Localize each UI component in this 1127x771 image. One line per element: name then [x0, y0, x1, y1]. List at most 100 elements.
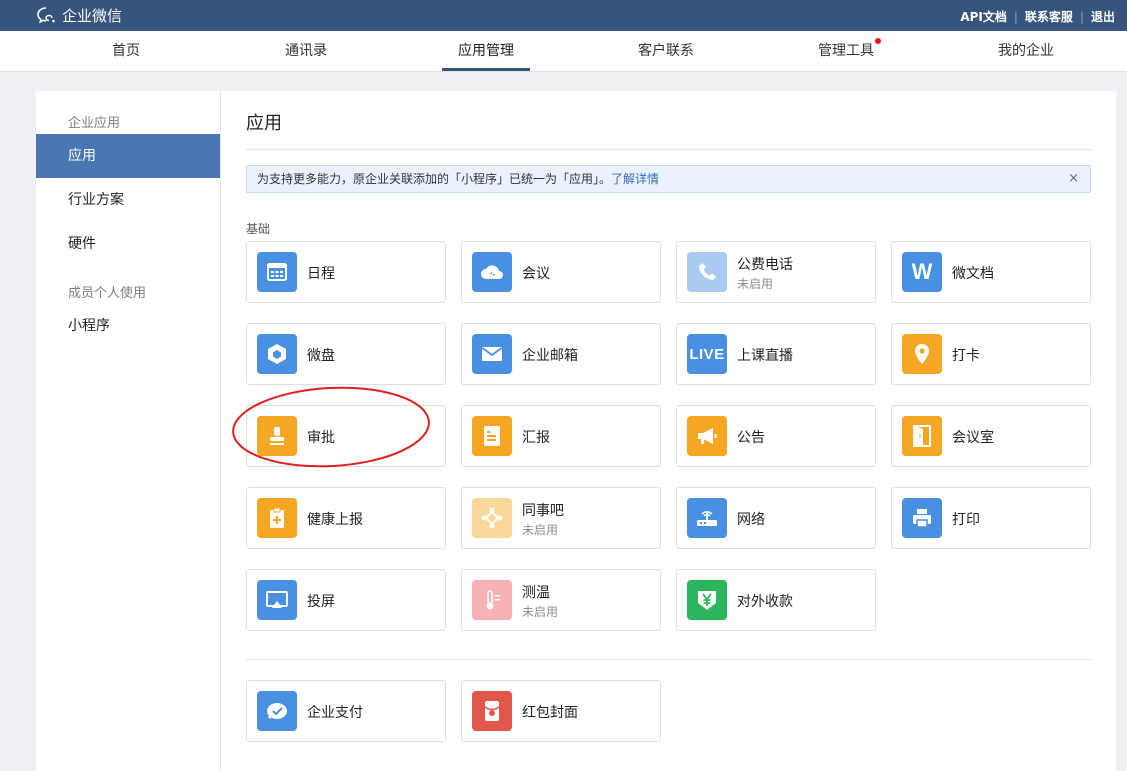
community-icon — [472, 498, 512, 538]
app-name: 公告 — [737, 430, 765, 446]
brand-name: 企业微信 — [62, 7, 123, 25]
notice-text: 为支持更多能力，原企业关联添加的「小程序」已统一为「应用」。 — [257, 172, 612, 186]
w-doc-icon: W — [902, 252, 942, 292]
app-card-check-in[interactable]: 打卡 — [891, 323, 1091, 385]
divider — [246, 149, 1091, 150]
app-name: 网络 — [737, 512, 765, 528]
app-name: 审批 — [307, 430, 335, 446]
app-card-report[interactable]: 汇报 — [461, 405, 661, 467]
app-card-enterprise-payment[interactable]: 企业支付 — [246, 680, 446, 742]
brand[interactable]: 企业微信 — [36, 5, 122, 26]
sidebar-item-industry-solutions[interactable]: 行业方案 — [36, 178, 220, 222]
health-report-icon — [257, 498, 297, 538]
nav-item-customer-contact[interactable]: 客户联系 — [576, 31, 756, 71]
app-name: 投屏 — [307, 594, 335, 610]
calendar-icon — [257, 252, 297, 292]
pay-icon — [257, 691, 297, 731]
nav-item-app-management[interactable]: 应用管理 — [396, 31, 576, 71]
app-card-drive[interactable]: 微盘 — [246, 323, 446, 385]
app-card-screen-cast[interactable]: 投屏 — [246, 569, 446, 631]
mail-icon — [472, 334, 512, 374]
app-card-announcement[interactable]: 公告 — [676, 405, 876, 467]
app-card-live-class[interactable]: LIVE 上课直播 — [676, 323, 876, 385]
close-icon[interactable]: × — [1068, 166, 1079, 192]
app-card-print[interactable]: 打印 — [891, 487, 1091, 549]
app-card-docs[interactable]: W 微文档 — [891, 241, 1091, 303]
top-bar: 企业微信 API文档 | 联系客服 | 退出 — [0, 0, 1127, 31]
app-name: 日程 — [307, 266, 335, 282]
separator: | — [1013, 9, 1018, 24]
door-icon — [902, 416, 942, 456]
active-tab-underline — [442, 68, 530, 71]
sidebar-item-hardware[interactable]: 硬件 — [36, 222, 220, 266]
app-card-approval[interactable]: 审批 — [246, 405, 446, 467]
contact-support-link[interactable]: 联系客服 — [1025, 8, 1073, 25]
red-packet-icon — [472, 691, 512, 731]
nav-item-contacts[interactable]: 通讯录 — [216, 31, 396, 71]
phone-icon — [687, 252, 727, 292]
megaphone-icon — [687, 416, 727, 456]
payment-shield-icon — [687, 580, 727, 620]
nav-item-label: 应用管理 — [458, 43, 514, 59]
sidebar-group-enterprise-apps: 企业应用 — [68, 116, 121, 131]
sidebar-item-mini-programs[interactable]: 小程序 — [36, 304, 220, 348]
location-pin-icon — [902, 334, 942, 374]
printer-icon — [902, 498, 942, 538]
nav-item-home[interactable]: 首页 — [36, 31, 216, 71]
top-links: API文档 | 联系客服 | 退出 — [960, 8, 1115, 25]
screen-cast-icon — [257, 580, 297, 620]
app-card-red-packet-cover[interactable]: 红包封面 — [461, 680, 661, 742]
app-card-meeting[interactable]: 会议 — [461, 241, 661, 303]
api-docs-link[interactable]: API文档 — [960, 8, 1007, 25]
main-nav: 首页 通讯录 应用管理 客户联系 管理工具 我的企业 — [0, 31, 1127, 72]
app-name: 汇报 — [522, 430, 550, 446]
app-card-network[interactable]: 网络 — [676, 487, 876, 549]
cloud-meeting-icon — [472, 252, 512, 292]
notification-dot — [875, 38, 881, 44]
app-card-mail[interactable]: 企业邮箱 — [461, 323, 661, 385]
nav-item-my-company[interactable]: 我的企业 — [936, 31, 1116, 71]
app-card-health-report[interactable]: 健康上报 — [246, 487, 446, 549]
app-name: 打卡 — [952, 348, 980, 364]
app-card-external-payment[interactable]: 对外收款 — [676, 569, 876, 631]
live-icon: LIVE — [687, 334, 727, 374]
router-icon — [687, 498, 727, 538]
app-name: 同事吧 — [522, 503, 564, 519]
app-status: 未启用 — [522, 523, 559, 537]
logout-link[interactable]: 退出 — [1091, 8, 1115, 25]
section-label-basic: 基础 — [246, 222, 271, 236]
app-name: 会议 — [522, 266, 550, 282]
separator: | — [1079, 9, 1084, 24]
divider — [246, 659, 1091, 660]
thermometer-icon — [472, 580, 512, 620]
app-card-public-phone[interactable]: 公费电话 未启用 — [676, 241, 876, 303]
app-name: 会议室 — [952, 430, 994, 446]
app-status: 未启用 — [737, 277, 774, 291]
app-name: 企业邮箱 — [522, 348, 578, 364]
app-name: 测温 — [522, 585, 550, 601]
sidebar-group-personal-use: 成员个人使用 — [68, 286, 147, 301]
app-card-schedule[interactable]: 日程 — [246, 241, 446, 303]
sidebar: 企业应用 应用 行业方案 硬件 成员个人使用 小程序 — [36, 91, 221, 771]
notice-banner: 为支持更多能力，原企业关联添加的「小程序」已统一为「应用」。了解详情 × — [246, 165, 1091, 193]
sidebar-item-apps[interactable]: 应用 — [36, 134, 220, 178]
wecom-logo-icon — [37, 6, 55, 23]
app-card-meeting-room[interactable]: 会议室 — [891, 405, 1091, 467]
main-panel: 应用 为支持更多能力，原企业关联添加的「小程序」已统一为「应用」。了解详情 × … — [221, 91, 1116, 771]
app-name: 对外收款 — [737, 594, 793, 610]
app-name: 上课直播 — [737, 348, 793, 364]
learn-more-link[interactable]: 了解详情 — [611, 172, 659, 186]
drive-icon — [257, 334, 297, 374]
app-card-colleague-forum[interactable]: 同事吧 未启用 — [461, 487, 661, 549]
page-title: 应用 — [246, 113, 282, 134]
app-name: 红包封面 — [522, 705, 578, 721]
report-icon — [472, 416, 512, 456]
nav-item-management-tools[interactable]: 管理工具 — [756, 31, 936, 71]
app-name: 公费电话 — [737, 257, 793, 273]
app-name: 健康上报 — [307, 512, 363, 528]
app-name: 微文档 — [952, 266, 994, 282]
app-card-temperature[interactable]: 测温 未启用 — [461, 569, 661, 631]
app-status: 未启用 — [522, 605, 559, 619]
app-name: 企业支付 — [307, 705, 363, 721]
nav-item-label: 管理工具 — [818, 43, 874, 59]
